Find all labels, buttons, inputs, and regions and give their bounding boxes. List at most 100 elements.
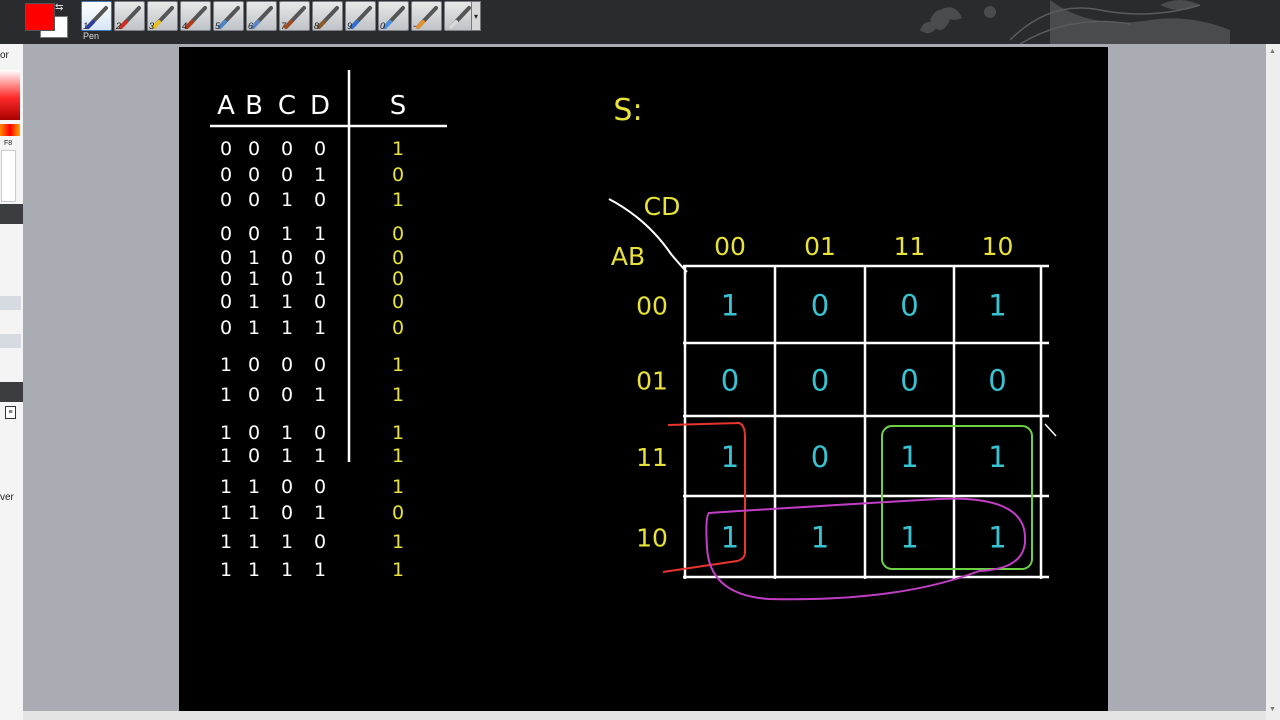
blackboard-canvas[interactable]: ABCDS00001000100010100110010000101001100… bbox=[179, 47, 1108, 711]
toolbar: ⇆ 1 2 3 4 5 6 7 8 9 0 - Pen ▾ bbox=[0, 0, 1280, 44]
color-gradient-picker[interactable] bbox=[0, 70, 20, 120]
truth-table-input-cell: 1 bbox=[314, 223, 326, 245]
truth-table-input-cell: 1 bbox=[220, 531, 232, 553]
truth-table-input-cell: 1 bbox=[281, 223, 293, 245]
truth-table-input-cell: 1 bbox=[248, 317, 260, 339]
truth-table-input-cell: 0 bbox=[314, 422, 326, 444]
panel-row[interactable] bbox=[0, 334, 21, 348]
truth-table-output-cell: 1 bbox=[392, 384, 404, 406]
smudge-tool[interactable]: - bbox=[411, 1, 442, 31]
truth-table-output-cell: 1 bbox=[392, 445, 404, 467]
kmap-row-header: 01 bbox=[636, 367, 668, 396]
truth-table-input-cell: 0 bbox=[248, 422, 260, 444]
truth-table-output-cell: 0 bbox=[392, 247, 404, 269]
vertical-scrollbar[interactable]: ▲ ▼ bbox=[1266, 44, 1280, 720]
drawing-surface[interactable]: A B C D S0 0 0 0 10 0 0 1 00 0 1 0 10 0 1 1 00 1 0 0 00 1 0 1 00 1 1 0 0… bbox=[179, 47, 1108, 711]
tool-shortcut-number: - bbox=[413, 21, 416, 31]
truth-table-input-cell: 0 bbox=[281, 164, 293, 186]
shape-tool[interactable]: 9 bbox=[345, 1, 376, 31]
truth-table-input-cell: 0 bbox=[314, 138, 326, 160]
primary-color-swatch[interactable] bbox=[25, 3, 55, 31]
truth-table-input-cell: 1 bbox=[248, 291, 260, 313]
truth-table-input-cell: 0 bbox=[220, 317, 232, 339]
truth-table-input-cell: 1 bbox=[281, 445, 293, 467]
truth-table-input-cell: 0 bbox=[281, 354, 293, 376]
truth-table-input-cell: 1 bbox=[314, 384, 326, 406]
truth-table-input-cell: 0 bbox=[220, 268, 232, 290]
horizontal-scrollbar[interactable] bbox=[23, 711, 1266, 720]
truth-table-input-cell: 1 bbox=[314, 445, 326, 467]
kmap-column-header: 11 bbox=[894, 232, 926, 261]
truth-table-input-cell: 0 bbox=[314, 247, 326, 269]
truth-table-input-cell: 0 bbox=[248, 138, 260, 160]
brush-tool[interactable]: 4 bbox=[180, 1, 211, 31]
truth-table-output-cell: 1 bbox=[392, 189, 404, 211]
kmap-cell-value: 1 bbox=[721, 440, 739, 474]
kmap-cell-value: 1 bbox=[900, 440, 918, 474]
highlighter-tool[interactable]: 3 bbox=[147, 1, 178, 31]
truth-table-input-cell: 0 bbox=[220, 247, 232, 269]
tool-shortcut-number: 1 bbox=[83, 21, 89, 31]
truth-table-output-cell: 0 bbox=[392, 502, 404, 524]
kmap-cell-value: 0 bbox=[900, 364, 918, 398]
truth-table-output-cell: 0 bbox=[392, 268, 404, 290]
truth-table-input-cell: 0 bbox=[314, 476, 326, 498]
clipboard-icon[interactable]: ≡ bbox=[5, 406, 16, 419]
pen-tool[interactable]: 1 bbox=[81, 1, 112, 31]
decorative-flourish-icon bbox=[920, 0, 1230, 44]
truth-table-input-cell: 1 bbox=[314, 268, 326, 290]
swatch-label: F8 bbox=[4, 140, 13, 147]
tool-shortcut-number: 9 bbox=[347, 21, 353, 31]
kmap-row-variable: AB bbox=[611, 242, 645, 271]
truth-table-input-cell: 1 bbox=[281, 559, 293, 581]
truth-table-input-cell: 0 bbox=[314, 291, 326, 313]
truth-table-input-cell: 0 bbox=[220, 223, 232, 245]
truth-table-input-cell: 0 bbox=[248, 445, 260, 467]
swap-colors-icon[interactable]: ⇆ bbox=[55, 2, 63, 13]
tools-dropdown-button[interactable]: ▾ bbox=[471, 1, 481, 31]
kmap-cell-value: 0 bbox=[900, 289, 918, 323]
truth-table-input-cell: 0 bbox=[248, 164, 260, 186]
kmap-cell-value: 0 bbox=[811, 364, 829, 398]
panel-divider bbox=[0, 204, 23, 224]
truth-table-input-cell: 1 bbox=[281, 317, 293, 339]
truth-table-output-cell: 1 bbox=[392, 531, 404, 553]
tool-shortcut-number: 2 bbox=[116, 21, 122, 31]
truth-table-input-cell: 0 bbox=[281, 476, 293, 498]
kmap-cell-value: 1 bbox=[988, 440, 1006, 474]
crayon-tool[interactable]: 7 bbox=[279, 1, 310, 31]
truth-table-input-cell: 1 bbox=[248, 559, 260, 581]
truth-table-input-cell: 1 bbox=[248, 268, 260, 290]
tool-shortcut-number: 8 bbox=[314, 21, 320, 31]
truth-table-input-cell: 0 bbox=[281, 384, 293, 406]
truth-table-input-cell: 1 bbox=[220, 422, 232, 444]
truth-table-header: D bbox=[310, 91, 330, 121]
truth-table-input-cell: 0 bbox=[220, 291, 232, 313]
truth-table-header: C bbox=[278, 91, 296, 121]
truth-table-output-cell: 0 bbox=[392, 317, 404, 339]
truth-table-input-cell: 0 bbox=[220, 164, 232, 186]
tool-shortcut-number: 4 bbox=[182, 21, 188, 31]
pen-cursor-icon bbox=[1044, 423, 1057, 437]
hue-strip[interactable] bbox=[0, 124, 20, 136]
airbrush-tool[interactable]: 8 bbox=[312, 1, 343, 31]
smudge-icon bbox=[416, 6, 438, 29]
kmap-column-header: 10 bbox=[982, 232, 1014, 261]
truth-table-input-cell: 1 bbox=[220, 476, 232, 498]
panel-row[interactable] bbox=[0, 296, 21, 310]
truth-table-input-cell: 0 bbox=[314, 189, 326, 211]
kmap-column-header: 01 bbox=[804, 232, 836, 261]
truth-table-input-cell: 1 bbox=[248, 247, 260, 269]
truth-table-input-cell: 1 bbox=[220, 559, 232, 581]
kmap-column-header: 00 bbox=[714, 232, 746, 261]
truth-table-input-cell: 0 bbox=[220, 189, 232, 211]
swatch-list[interactable] bbox=[1, 150, 16, 202]
kmap-cell-value: 0 bbox=[721, 364, 739, 398]
pencil-tool[interactable]: 5 bbox=[213, 1, 244, 31]
kmap-cell-value: 1 bbox=[811, 521, 829, 555]
calligraphy-tool[interactable]: 6 bbox=[246, 1, 277, 31]
red-marker-tool[interactable]: 2 bbox=[114, 1, 145, 31]
tool-shortcut-number: 7 bbox=[281, 21, 287, 31]
fill-tool[interactable]: 0 bbox=[378, 1, 409, 31]
truth-table-input-cell: 0 bbox=[248, 354, 260, 376]
